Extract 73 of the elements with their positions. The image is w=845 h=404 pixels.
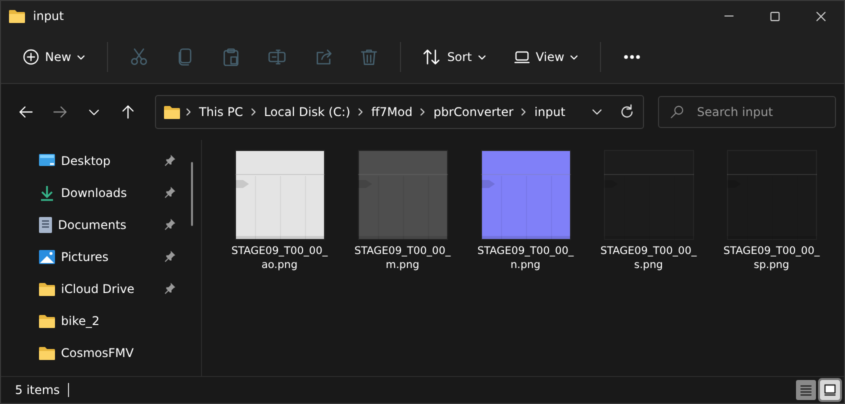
scrollbar[interactable]	[191, 162, 193, 226]
sidebar-item[interactable]: Downloads	[1, 177, 186, 209]
file-item[interactable]: STAGE09_T00_00_s.png	[587, 150, 710, 272]
chevron-right-icon	[521, 108, 526, 116]
chevron-right-icon	[250, 108, 256, 116]
file-item[interactable]: STAGE09_T00_00_n.png	[464, 150, 587, 272]
address-bar[interactable]: This PC Local Disk (C:) ff7Mod pbrConverter input	[155, 95, 644, 129]
chevron-right-icon	[420, 108, 426, 116]
forward-arrow-icon	[52, 104, 68, 120]
document-icon	[39, 217, 52, 233]
search-icon	[670, 105, 684, 119]
desktop-icon	[39, 154, 55, 168]
pin-icon	[164, 186, 176, 198]
pin-icon	[164, 218, 176, 230]
close-icon	[816, 10, 826, 22]
file-item[interactable]: STAGE09_T00_00_ao.png	[218, 150, 341, 272]
breadcrumb-item[interactable]: pbrConverter	[431, 105, 516, 119]
breadcrumb-item[interactable]: ff7Mod	[369, 105, 414, 119]
file-name: STAGE09_T00_00_sp.png	[722, 244, 821, 272]
maximize-icon	[770, 10, 780, 22]
sidebar-item[interactable]: iCloud Drive	[1, 273, 186, 305]
file-name: STAGE09_T00_00_n.png	[476, 244, 575, 272]
file-item[interactable]: STAGE09_T00_00_m.png	[341, 150, 464, 272]
folder-icon	[39, 282, 55, 296]
folder-icon	[164, 105, 180, 119]
breadcrumb-item[interactable]: input	[532, 105, 568, 119]
large-icons-icon	[823, 383, 837, 397]
chevron-right-icon	[358, 108, 364, 116]
caret-icon	[77, 54, 86, 60]
refresh-button[interactable]	[619, 104, 635, 120]
sidebar-item[interactable]: Pictures	[1, 241, 186, 273]
breadcrumb-item[interactable]: This PC	[197, 105, 245, 119]
paste-icon	[222, 48, 240, 66]
pictures-icon	[39, 250, 55, 264]
list-icon	[799, 383, 813, 397]
scissors-icon	[130, 48, 148, 66]
item-count: 5 items	[15, 383, 60, 397]
tiles-view-button[interactable]	[820, 380, 840, 400]
caret-icon	[570, 54, 578, 60]
new-button[interactable]: New	[11, 40, 98, 74]
trash-icon	[360, 48, 378, 66]
refresh-icon	[619, 104, 635, 120]
sidebar-item[interactable]: CosmosFMV	[1, 337, 186, 369]
file-name: STAGE09_T00_00_s.png	[599, 244, 698, 272]
pin-icon	[164, 250, 176, 262]
back-arrow-icon	[18, 104, 34, 120]
up-arrow-icon	[120, 104, 136, 120]
sidebar-item[interactable]: bike_2	[1, 305, 186, 337]
chevron-right-icon	[186, 108, 191, 116]
view-button[interactable]: View	[502, 40, 590, 74]
rename-icon	[268, 48, 286, 66]
file-name: STAGE09_T00_00_m.png	[353, 244, 452, 272]
sidebar-item[interactable]: Desktop	[1, 145, 186, 177]
pin-icon	[164, 282, 176, 294]
file-item[interactable]: STAGE09_T00_00_sp.png	[710, 150, 833, 272]
file-name: STAGE09_T00_00_ao.png	[230, 244, 329, 272]
sidebar-item[interactable]: Documents	[1, 209, 186, 241]
search-field[interactable]: Search input	[658, 96, 836, 128]
pin-icon	[164, 154, 176, 166]
folder-icon	[39, 314, 55, 328]
download-icon	[39, 185, 55, 201]
folder-icon	[39, 346, 55, 360]
caret-icon	[478, 54, 486, 60]
copy-icon	[176, 48, 194, 66]
breadcrumb-item[interactable]: Local Disk (C:)	[262, 105, 352, 119]
plus-icon	[23, 49, 39, 65]
sort-button[interactable]: Sort	[411, 40, 498, 74]
sort-icon	[423, 48, 442, 66]
details-view-button[interactable]	[796, 380, 816, 400]
share-icon	[314, 48, 332, 66]
folder-icon	[9, 9, 25, 23]
window-title: input	[33, 9, 64, 23]
view-icon	[514, 49, 530, 65]
